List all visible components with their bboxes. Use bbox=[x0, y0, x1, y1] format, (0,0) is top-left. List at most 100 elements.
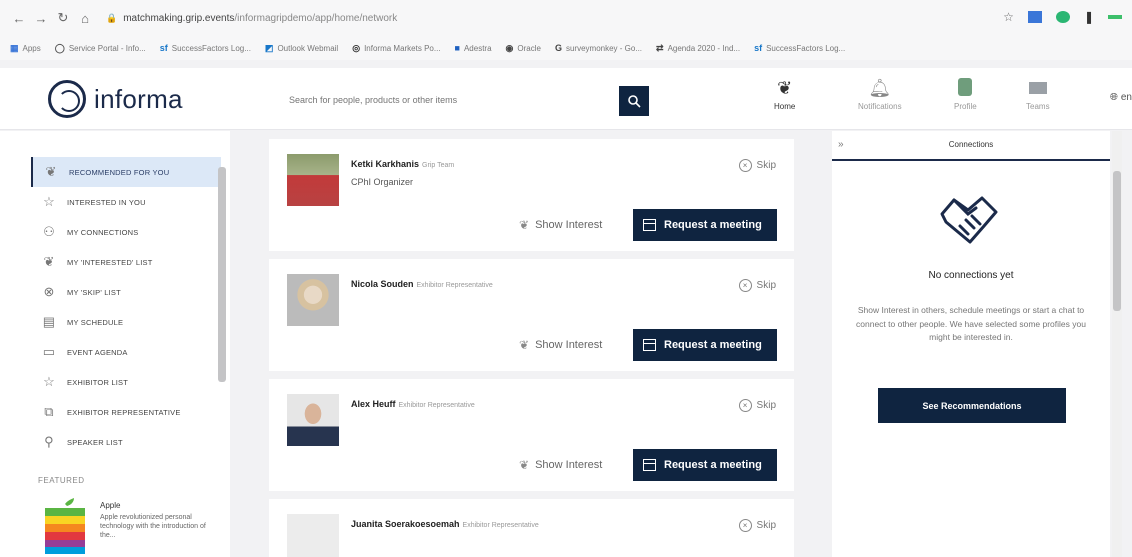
calendar-icon bbox=[643, 219, 656, 231]
person-role: Exhibitor Representative bbox=[462, 522, 539, 529]
extension-line-icon[interactable] bbox=[1108, 15, 1122, 19]
handshake-icon: ❦ bbox=[519, 458, 530, 472]
teams-icon bbox=[1028, 78, 1047, 102]
forward-icon[interactable]: → bbox=[32, 9, 50, 27]
show-interest-button[interactable]: ❦ Show Interest bbox=[519, 338, 602, 352]
person-name[interactable]: Alex Heuff Exhibitor Representative bbox=[351, 399, 475, 409]
app-header: informa ❦ Home 🔔︎ Notifications Profile … bbox=[0, 68, 1132, 130]
star-icon: ☆ bbox=[43, 194, 55, 209]
square-icon: ■ bbox=[454, 43, 460, 53]
connections-icon: ⚇ bbox=[43, 224, 55, 239]
star-bookmark-icon[interactable]: ☆ bbox=[1003, 10, 1014, 24]
request-meeting-button[interactable]: Request a meeting bbox=[633, 209, 777, 241]
handshake-icon: ❦ bbox=[45, 164, 57, 179]
search-input[interactable] bbox=[283, 95, 613, 105]
featured-label: FEATURED bbox=[38, 476, 85, 485]
page-scrollbar[interactable] bbox=[1112, 131, 1122, 557]
g-icon: G bbox=[554, 43, 562, 53]
bookmark[interactable]: ◉ Oracle bbox=[506, 43, 541, 54]
profile-card: Juanita Soerakoesoemah Exhibitor Represen… bbox=[269, 499, 794, 557]
reload-icon[interactable]: ↻ bbox=[54, 9, 72, 27]
sidebar-item-interested-in-you[interactable]: ☆ INTERESTED IN YOU bbox=[31, 187, 221, 217]
profile-icon bbox=[958, 78, 973, 102]
profile-card: Ketki Karkhanis Grip Team CPhI Organizer … bbox=[269, 139, 794, 251]
scrollbar-thumb[interactable] bbox=[1113, 171, 1121, 311]
close-icon: × bbox=[738, 519, 752, 532]
bookmark[interactable]: ◩ Outlook Webmail bbox=[265, 43, 338, 54]
person-name[interactable]: Juanita Soerakoesoemah Exhibitor Represen… bbox=[351, 519, 539, 529]
connections-panel: » Connections No connections yet Show In… bbox=[832, 131, 1110, 557]
skip-button[interactable]: × Skip bbox=[738, 159, 776, 172]
url-path: /informagripdemo/app/home/network bbox=[234, 12, 398, 24]
logo-text: informa bbox=[94, 83, 183, 114]
sidebar-item-exhibitor-list[interactable]: ☆ EXHIBITOR LIST bbox=[31, 367, 221, 397]
informa-icon: ◎ bbox=[352, 42, 361, 53]
sidebar-item-my-schedule[interactable]: ▤ MY SCHEDULE bbox=[31, 307, 221, 337]
bookmark[interactable]: ▦ Apps bbox=[10, 43, 41, 54]
nav-profile[interactable]: Profile bbox=[954, 78, 977, 111]
close-icon: × bbox=[738, 399, 752, 412]
request-meeting-button[interactable]: Request a meeting bbox=[633, 329, 777, 361]
extension-green-icon[interactable] bbox=[1055, 11, 1070, 23]
skip-button[interactable]: × Skip bbox=[738, 519, 776, 532]
schedule-icon: ▤ bbox=[42, 314, 56, 329]
recommendations-list: Ketki Karkhanis Grip Team CPhI Organizer … bbox=[232, 131, 824, 557]
person-name[interactable]: Nicola Souden Exhibitor Representative bbox=[351, 279, 493, 289]
close-icon: × bbox=[738, 279, 752, 292]
bookmark[interactable]: sf SuccessFactors Log... bbox=[160, 43, 251, 53]
sidebar-scrollbar[interactable] bbox=[218, 157, 226, 457]
bookmark[interactable]: ⇄ Agenda 2020 - Ind... bbox=[656, 43, 740, 54]
home-browser-icon[interactable]: ⌂ bbox=[76, 9, 94, 27]
show-interest-button[interactable]: ❦ Show Interest bbox=[519, 218, 602, 232]
bookmark[interactable]: Gsurveymonkey - Go... bbox=[555, 43, 642, 53]
agenda-icon: ⇄ bbox=[656, 42, 664, 53]
bookmark[interactable]: ◎ Informa Markets Po... bbox=[352, 43, 440, 54]
url-host: matchmaking.grip.events bbox=[123, 12, 235, 24]
calendar-icon bbox=[643, 459, 656, 471]
request-meeting-button[interactable]: Request a meeting bbox=[633, 449, 777, 481]
search-button[interactable] bbox=[619, 86, 649, 116]
extension-grid-icon[interactable] bbox=[1027, 11, 1042, 23]
bookmarks-bar: ▦ Apps ◯ Service Portal - Info... sf Succes… bbox=[0, 36, 1132, 60]
circle-icon: ◯ bbox=[54, 42, 65, 53]
person-name[interactable]: Ketki Karkhanis Grip Team bbox=[351, 159, 454, 169]
profile-card: Alex Heuff Exhibitor Representative × Skip… bbox=[269, 379, 794, 491]
extension-dark-icon[interactable]: ❚ bbox=[1084, 10, 1094, 24]
sidebar-item-skip-list[interactable]: ⊗ MY 'SKIP' LIST bbox=[31, 277, 221, 307]
apple-logo-icon bbox=[45, 498, 85, 554]
connections-title: Connections bbox=[948, 140, 994, 149]
back-icon[interactable]: ← bbox=[10, 9, 28, 27]
browser-address-bar: ← → ↻ ⌂ 🔒 matchmaking.grip.events /infor… bbox=[0, 0, 1132, 36]
sidebar-item-exhibitor-representative[interactable]: ⧉ EXHIBITOR REPRESENTATIVE bbox=[31, 397, 221, 427]
sidebar-item-recommended[interactable]: ❦ RECOMMENDED FOR YOU bbox=[31, 157, 221, 187]
extensions: ☆ ❚ bbox=[1003, 10, 1122, 24]
connections-header: » Connections bbox=[832, 131, 1110, 161]
nav-home[interactable]: ❦ Home bbox=[774, 78, 795, 111]
nav-teams[interactable]: Teams bbox=[1026, 78, 1050, 111]
nav-notifications[interactable]: 🔔︎ Notifications bbox=[858, 78, 902, 111]
person-role: Exhibitor Representative bbox=[398, 402, 475, 409]
sidebar-item-event-agenda[interactable]: ▭ EVENT AGENDA bbox=[31, 337, 221, 367]
bookmark[interactable]: ■ Adestra bbox=[455, 43, 492, 53]
informa-logo[interactable]: informa bbox=[48, 80, 183, 118]
bell-icon: 🔔︎ bbox=[868, 78, 892, 98]
bookmark[interactable]: sf SuccessFactors Log... bbox=[754, 43, 845, 53]
skip-button[interactable]: × Skip bbox=[738, 399, 776, 412]
person-organization: CPhI Organizer bbox=[351, 177, 414, 187]
url-field[interactable]: 🔒 matchmaking.grip.events /informagripde… bbox=[106, 13, 397, 24]
sidebar-item-interested-list[interactable]: ❦ MY 'INTERESTED' LIST bbox=[31, 247, 221, 277]
language-selector[interactable]: 🌐︎ en bbox=[1110, 92, 1132, 103]
sidebar-item-speaker-list[interactable]: ⚲ SPEAKER LIST bbox=[31, 427, 221, 457]
skip-button[interactable]: × Skip bbox=[738, 279, 776, 292]
lock-icon: 🔒 bbox=[106, 12, 118, 23]
search-bar bbox=[282, 85, 650, 116]
bookmark[interactable]: ◯ Service Portal - Info... bbox=[55, 43, 146, 54]
outlook-icon: ◩ bbox=[264, 42, 274, 53]
sidebar-item-my-connections[interactable]: ⚇ MY CONNECTIONS bbox=[31, 217, 221, 247]
avatar bbox=[287, 394, 339, 446]
show-interest-button[interactable]: ❦ Show Interest bbox=[519, 458, 602, 472]
person-role: Exhibitor Representative bbox=[416, 282, 493, 289]
scrollbar-thumb[interactable] bbox=[218, 167, 226, 382]
featured-title[interactable]: Apple bbox=[100, 501, 120, 510]
see-recommendations-button[interactable]: See Recommendations bbox=[878, 388, 1066, 423]
